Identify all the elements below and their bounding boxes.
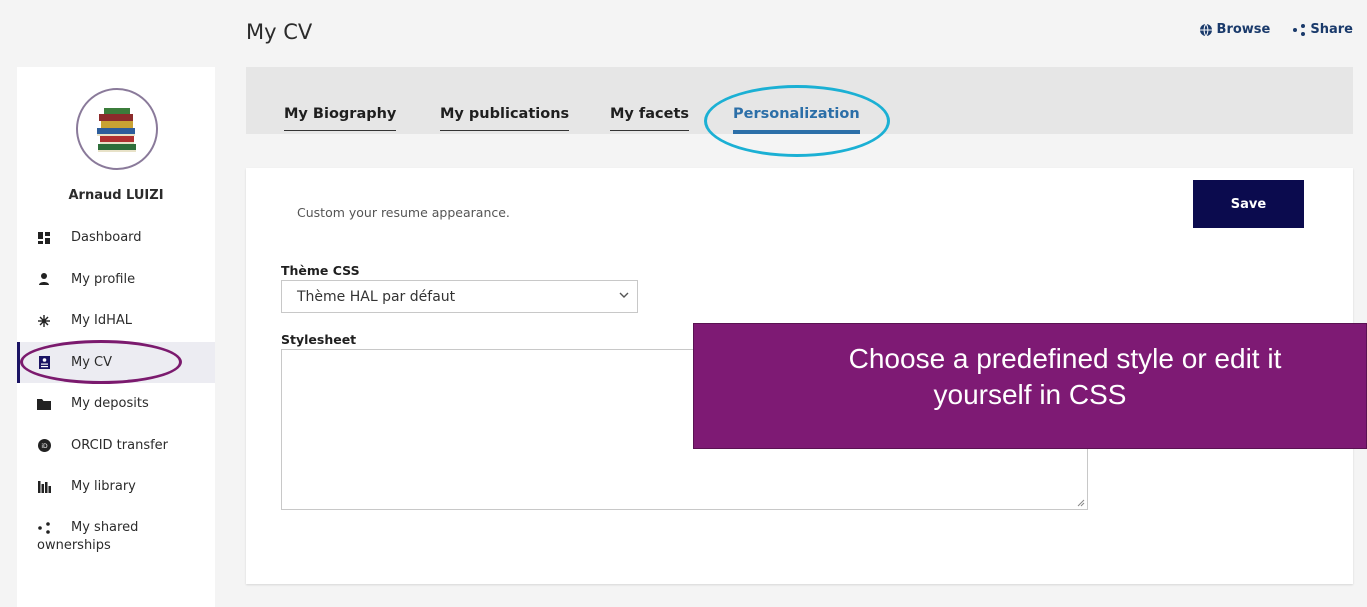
sidebar-item-dashboard[interactable]: Dashboard — [17, 217, 215, 259]
sidebar-item-my-profile[interactable]: My profile — [17, 259, 215, 301]
sidebar-item-my-deposits[interactable]: My deposits — [17, 383, 215, 425]
callout-line-1: Choose a predefined style or edit it — [848, 343, 1282, 374]
share-link[interactable]: Share — [1292, 22, 1353, 37]
callout-line-2: yourself in CSS — [933, 379, 1127, 410]
sidebar-item-my-shared-ownerships[interactable]: My shared ownerships — [17, 508, 215, 564]
avatar[interactable] — [76, 88, 158, 170]
person-icon — [37, 272, 51, 286]
browse-link[interactable]: Browse — [1199, 22, 1271, 37]
sidebar-item-orcid-transfer[interactable]: iD ORCID transfer — [17, 425, 215, 467]
books-icon — [97, 108, 136, 152]
instruction-callout: Choose a predefined style or edit it you… — [693, 323, 1367, 449]
sidebar-item-my-idhal[interactable]: My IdHAL — [17, 300, 215, 342]
sidebar-item-label: My deposits — [71, 396, 149, 412]
svg-text:iD: iD — [41, 443, 48, 450]
sidebar-item-label: Dashboard — [71, 230, 142, 246]
sidebar-nav: Dashboard My profile My IdHAL My CV My d… — [17, 217, 215, 564]
stylesheet-label: Stylesheet — [281, 332, 357, 347]
page-title: My CV — [246, 20, 313, 44]
share-label: Share — [1310, 22, 1353, 37]
tab-my-facets[interactable]: My facets — [610, 106, 690, 131]
sidebar-item-label: My CV — [71, 354, 113, 370]
library-icon — [37, 480, 51, 494]
theme-css-select[interactable]: Thème HAL par défaut — [281, 280, 638, 313]
sidebar-item-my-cv[interactable]: My CV — [17, 341, 215, 383]
theme-css-value: Thème HAL par défaut — [297, 288, 456, 305]
sidebar-item-label: My profile — [71, 271, 136, 287]
tabs-bar: My Biography My publications My facets P… — [246, 67, 1353, 134]
tab-my-publications[interactable]: My publications — [440, 106, 570, 131]
dashboard-icon — [37, 231, 51, 245]
theme-css-label: Thème CSS — [281, 263, 360, 278]
share-icon — [1293, 23, 1306, 36]
save-button[interactable]: Save — [1193, 180, 1304, 228]
sidebar-item-my-library[interactable]: My library — [17, 466, 215, 508]
sidebar-item-label: ORCID transfer — [71, 437, 169, 453]
tab-my-biography[interactable]: My Biography — [284, 106, 397, 131]
sidebar-item-label: My shared ownerships — [37, 519, 139, 553]
cv-icon — [37, 355, 51, 369]
sidebar-item-label: My IdHAL — [71, 313, 133, 329]
folder-icon — [37, 397, 51, 411]
globe-icon — [1199, 23, 1212, 36]
orcid-icon: iD — [37, 438, 51, 452]
chevron-down-icon — [619, 290, 629, 303]
top-actions: Browse Share — [1199, 22, 1353, 37]
resize-grip-icon[interactable] — [1075, 497, 1085, 507]
sidebar-item-label: My library — [71, 479, 136, 495]
tab-personalization[interactable]: Personalization — [733, 106, 860, 134]
card-description: Custom your resume appearance. — [297, 205, 510, 220]
browse-label: Browse — [1216, 22, 1271, 37]
sidebar: Arnaud LUIZI Dashboard My profile My IdH… — [17, 67, 215, 607]
idhal-icon — [37, 314, 51, 328]
user-name: Arnaud LUIZI — [68, 188, 164, 203]
